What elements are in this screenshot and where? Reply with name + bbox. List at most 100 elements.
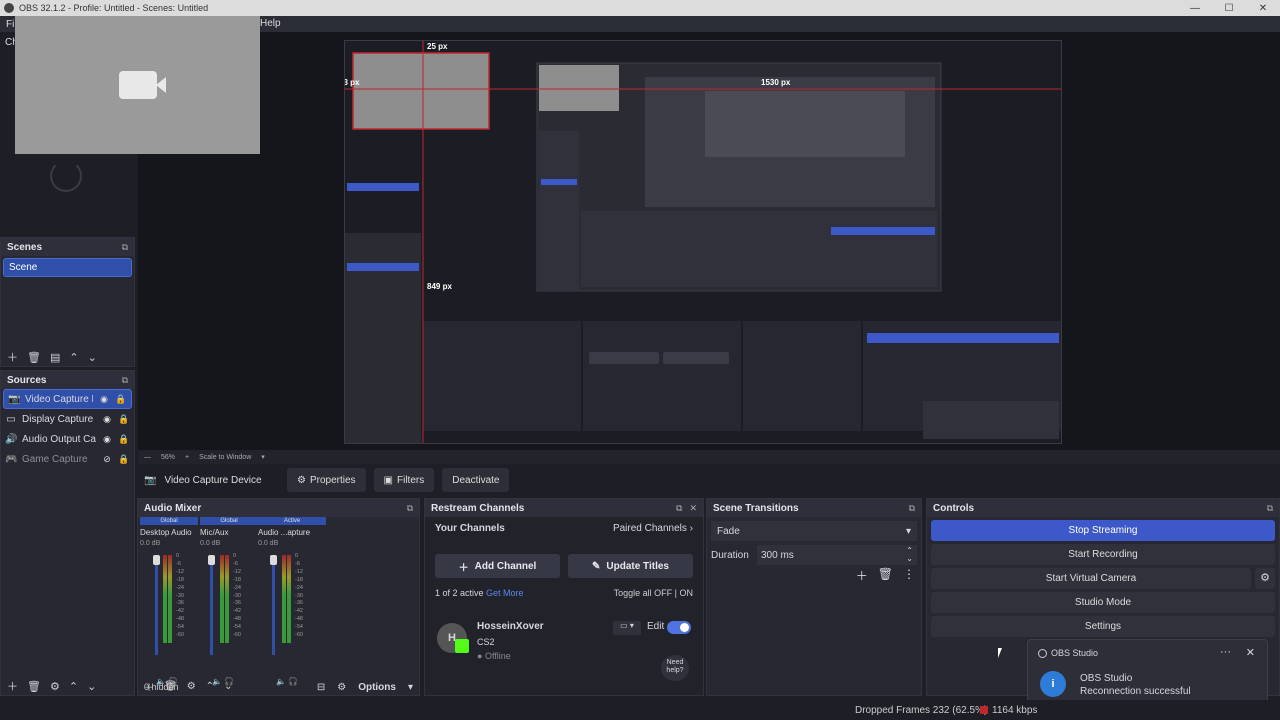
undock-icon[interactable]: ⧉ [676,503,682,514]
studio-mode-button[interactable]: Studio Mode [931,592,1275,613]
add-icon[interactable]: ＋ [856,567,868,584]
lock-icon[interactable]: 🔒 [118,454,130,465]
scene-item[interactable]: Scene [3,258,132,277]
restream-header: Restream Channels ⧉ ✕ [425,499,703,517]
dropped-frames: Dropped Frames 232 (62.5%) [855,704,988,716]
level-meter [220,555,224,643]
stop-streaming-button[interactable]: Stop Streaming [931,520,1275,541]
filter-icon[interactable]: ▤ [50,351,60,364]
channel-name[interactable]: Mic/Aux [200,528,258,537]
bitrate: 1164 kbps [992,704,1038,716]
gear-icon[interactable]: ⚙ [1255,568,1275,589]
chevron-up-icon[interactable]: ⌃ [206,681,214,692]
chevron-up-icon[interactable]: ⌃ [69,351,78,364]
trash-icon[interactable]: 🗑 [878,567,893,584]
add-channel-button[interactable]: ＋ Add Channel [435,554,560,578]
volume-slider[interactable] [155,555,158,655]
maximize-icon[interactable]: ☐ [1212,3,1246,14]
your-channels-label: Your Channels [435,523,505,534]
volume-knob[interactable] [153,555,160,565]
mixer-options-button[interactable]: Options [358,682,396,693]
volume-knob[interactable] [270,555,277,565]
menu-help[interactable]: Help [260,18,281,29]
audio-mixer-title: Audio Mixer [144,502,202,514]
level-meter [282,555,286,643]
settings-icon[interactable]: ⚙ [337,682,346,693]
get-more-link[interactable]: Get More [486,588,524,598]
close-icon[interactable]: ✕ [689,503,697,514]
undock-icon[interactable]: ⧉ [122,242,128,253]
eye-icon[interactable]: ◉ [101,414,113,425]
source-item-audio-output[interactable]: 🔊 Audio Output Cap ◉ 🔒 [1,429,134,449]
toggle-all-off[interactable]: Toggle all OFF [614,588,673,598]
undock-icon[interactable]: ⧉ [407,503,413,514]
close-icon[interactable]: ✕ [1246,3,1280,14]
scale-mode[interactable]: Scale to Window [199,454,251,461]
measure-right: 1530 px [761,78,791,87]
add-icon[interactable]: ＋ [7,678,18,694]
menu-file[interactable]: Fi [6,19,14,30]
minimize-icon[interactable]: — [1178,3,1212,14]
chevron-down-icon[interactable]: ▾ [408,682,413,693]
transition-select[interactable]: Fade ▾ [711,521,917,541]
duration-input[interactable]: 300 ms ⌃ ⌄ [757,545,917,565]
source-item-game-capture[interactable]: 🎮 Game Capture ⊘ 🔒 [1,449,134,469]
layout-icon[interactable]: ⊟ [317,682,325,693]
deactivate-button[interactable]: Deactivate [442,468,510,492]
chevron-up-icon[interactable]: ⌃ [69,680,78,693]
zoom-out-icon[interactable]: — [144,454,151,461]
channel-tag: Global [140,517,198,525]
trash-icon[interactable]: 🗑 [27,680,41,693]
controls-header: Controls ⧉ [927,499,1279,517]
update-titles-button[interactable]: ✎ Update Titles [568,554,693,578]
start-virtual-camera-button[interactable]: Start Virtual Camera [931,568,1251,589]
channel-name[interactable]: Desktop Audio [140,528,198,537]
chevron-down-icon[interactable]: ⌄ [88,351,97,364]
gear-icon[interactable]: ⚙ [50,680,60,693]
chevron-down-icon[interactable]: ⌄ [224,681,232,692]
measure-top: 25 px [427,42,448,51]
need-help-button[interactable]: Need help? [661,655,689,681]
eye-hidden-icon[interactable]: ⊘ [101,454,113,465]
edit-label[interactable]: Edit [647,621,664,632]
source-item-video-capture[interactable]: 📷 Video Capture Dev ◉ 🔒 [3,389,132,409]
undock-icon[interactable]: ⧉ [1267,503,1273,514]
monitor-dropdown[interactable]: ▭ ▾ [613,621,641,635]
properties-button[interactable]: ⚙ Properties [287,468,366,492]
undock-icon[interactable]: ⧉ [122,375,128,386]
chevron-down-icon[interactable]: ▾ [261,453,265,461]
start-recording-button[interactable]: Start Recording [931,544,1275,565]
channel-game: CS2 [477,637,495,647]
program-preview[interactable]: 25 px 23 px 1530 px 849 px [344,40,1062,444]
gear-icon[interactable]: ⚙ [187,681,196,692]
trash-icon[interactable]: 🗑 [27,351,41,364]
lock-icon[interactable]: 🔒 [118,414,130,425]
channel-db: 0.0 dB [140,540,161,547]
source-item-display-capture[interactable]: ▭ Display Capture ◉ 🔒 [1,409,134,429]
eye-icon[interactable]: ◉ [98,394,110,405]
filters-button[interactable]: ▣ Filters [373,468,435,492]
toggle-all-on[interactable]: ON [680,588,694,598]
volume-slider[interactable] [272,555,275,655]
add-icon[interactable]: ＋ [7,349,18,365]
settings-button[interactable]: Settings [931,616,1275,637]
more-icon[interactable]: ··· [1220,646,1231,658]
lock-icon[interactable]: 🔒 [115,394,127,405]
preview-content: 25 px 23 px 1530 px 849 px [345,41,1061,443]
close-icon[interactable]: ✕ [1246,646,1255,659]
chevron-down-icon[interactable]: ⌄ [87,680,96,693]
paired-channels-link[interactable]: Paired Channels › [613,523,693,534]
level-meter [225,555,229,643]
source-label: Game Capture [22,453,88,465]
channel-toggle[interactable] [667,621,691,634]
eye-icon[interactable]: ◉ [101,434,113,445]
volume-slider[interactable] [210,555,213,655]
channel-name[interactable]: Audio ...apture [258,528,326,537]
undock-icon[interactable]: ⧉ [909,503,915,514]
zoom-in-icon[interactable]: + [185,454,189,461]
more-icon[interactable]: ⋮ [903,567,915,584]
zoom-level[interactable]: 56% [161,454,175,461]
properties-label: Properties [309,474,356,486]
volume-knob[interactable] [208,555,215,565]
lock-icon[interactable]: 🔒 [118,434,130,445]
